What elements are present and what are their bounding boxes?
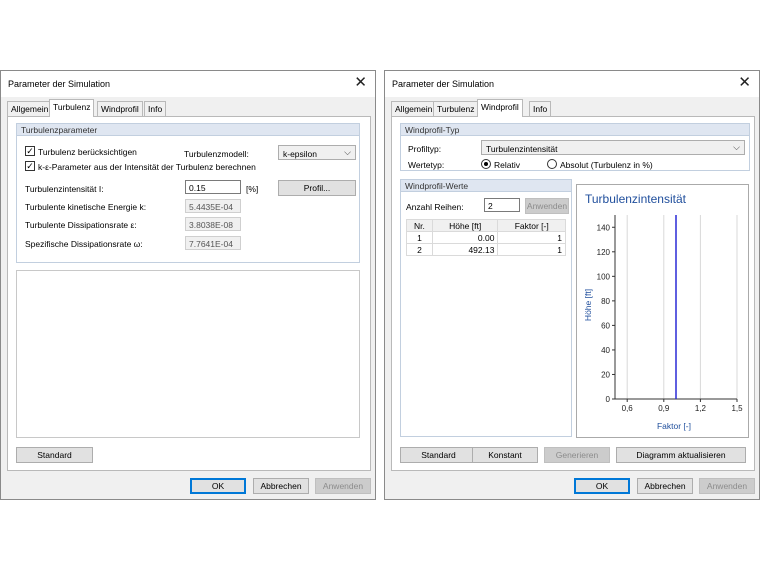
apply-rows-button: Anwenden <box>525 198 569 214</box>
y-tick-label: 100 <box>597 272 611 281</box>
intensity-label: Turbulenzintensität I: <box>25 184 104 194</box>
absolute-radio-label: Absolut (Turbulenz in %) <box>560 160 653 170</box>
update-chart-button[interactable]: Diagramm aktualisieren <box>616 447 746 463</box>
ok-button[interactable]: OK <box>574 478 630 494</box>
model-select[interactable]: k-epsilon ⌵ <box>278 145 356 160</box>
value-type-label: Wertetyp: <box>408 160 445 170</box>
factor-cell[interactable]: 1 <box>497 243 566 256</box>
tab-panel-turbulenz: Turbulenzparameter ✓ Turbulenz berücksic… <box>7 116 371 471</box>
specific-dissipation-label: Spezifische Dissipationsrate ω: <box>25 239 143 249</box>
chart-grid <box>626 215 738 399</box>
standard-button[interactable]: Standard <box>400 447 477 463</box>
simulation-parameters-dialog-turbulence: Parameter der Simulation ✕ Allgemein Tur… <box>0 70 376 500</box>
row-number: 1 <box>406 231 433 244</box>
profile-button[interactable]: Profil... <box>278 180 356 196</box>
factor-cell[interactable]: 1 <box>497 231 566 244</box>
table-header-row: Nr. Höhe [ft] Faktor [-] <box>406 219 566 232</box>
tab-allgemein[interactable]: Allgemein <box>7 101 53 116</box>
y-tick-label: 60 <box>601 321 610 330</box>
ok-button[interactable]: OK <box>190 478 246 494</box>
y-tick-label: 20 <box>601 370 610 379</box>
close-icon[interactable]: ✕ <box>738 75 751 91</box>
table-row: 1 0.00 1 <box>406 231 566 244</box>
group-header: Windprofil-Typ <box>401 124 749 136</box>
tab-windprofil[interactable]: Windprofil <box>97 101 143 116</box>
tab-windprofil[interactable]: Windprofil <box>477 99 523 117</box>
intensity-input[interactable]: 0.15 <box>185 180 241 194</box>
chart-title: Turbulenzintensität <box>585 192 687 206</box>
chevron-down-icon: ⌵ <box>344 147 351 157</box>
windprofile-type-group: Windprofil-Typ Profiltyp: Turbulenzinten… <box>400 123 750 171</box>
y-tick-label: 40 <box>601 346 610 355</box>
y-tick-label: 80 <box>601 297 610 306</box>
y-tick-label: 140 <box>597 223 611 232</box>
title-bar: Parameter der Simulation ✕ <box>385 71 759 97</box>
turbulence-checkbox[interactable]: ✓ <box>25 146 35 156</box>
tab-turbulenz[interactable]: Turbulenz <box>433 101 479 116</box>
kinetic-energy-field: 5.4435E-04 <box>185 199 241 213</box>
relative-radio[interactable] <box>481 159 491 169</box>
rows-count-input[interactable]: 2 <box>484 198 520 212</box>
apply-button: Anwenden <box>699 478 755 494</box>
model-select-value: k-epsilon <box>283 149 318 159</box>
tab-info[interactable]: Info <box>529 101 552 116</box>
specific-dissipation-field: 7.7641E-04 <box>185 236 241 250</box>
tab-panel-windprofil: Windprofil-Typ Profiltyp: Turbulenzinten… <box>391 116 755 471</box>
chart-svg: Turbulenzintensität 0,6 0,9 1,2 1,5 0 20 40 60 8… <box>583 192 743 431</box>
turbulence-parameters-group: Turbulenzparameter ✓ Turbulenz berücksic… <box>16 123 360 263</box>
x-tick-label: 1,2 <box>695 404 707 413</box>
title-bar: Parameter der Simulation ✕ <box>1 71 375 97</box>
absolute-radio[interactable] <box>547 159 557 169</box>
relative-radio-label: Relativ <box>494 160 520 170</box>
tab-info[interactable]: Info <box>144 101 167 116</box>
dissipation-rate-label: Turbulente Dissipationsrate ε: <box>25 220 137 230</box>
tab-allgemein[interactable]: Allgemein <box>391 101 437 116</box>
table-row: 2 492.13 1 <box>406 243 566 256</box>
turbulence-chart: Turbulenzintensität 0,6 0,9 1,2 1,5 0 20 40 60 8… <box>576 184 749 438</box>
tab-turbulenz[interactable]: Turbulenz <box>49 99 95 117</box>
rows-count-label: Anzahl Reihen: <box>406 202 464 212</box>
standard-button[interactable]: Standard <box>16 447 93 463</box>
simulation-parameters-dialog-windprofile: Parameter der Simulation ✕ Allgemein Tur… <box>384 70 760 500</box>
apply-button: Anwenden <box>315 478 371 494</box>
group-header: Windprofil-Werte <box>401 180 571 192</box>
dialog-title: Parameter der Simulation <box>8 79 111 89</box>
group-header: Turbulenzparameter <box>17 124 359 136</box>
y-axis-label: Höhe [ft] <box>583 289 593 321</box>
chevron-down-icon: ⌵ <box>733 142 740 152</box>
windprofile-table: Nr. Höhe [ft] Faktor [-] 1 0.00 1 2 492.… <box>406 219 566 256</box>
x-tick-label: 0,6 <box>622 404 634 413</box>
intensity-unit: [%] <box>246 184 259 194</box>
profile-type-value: Turbulenzintensität <box>486 144 558 154</box>
column-header-height: Höhe [ft] <box>431 219 499 232</box>
cancel-button[interactable]: Abbrechen <box>637 478 693 494</box>
empty-area <box>16 270 360 438</box>
windprofile-values-group: Windprofil-Werte Anzahl Reihen: 2 Anwend… <box>400 179 572 437</box>
model-label: Turbulenzmodell: <box>184 149 249 159</box>
column-header-factor: Faktor [-] <box>497 219 566 232</box>
column-header-nr: Nr. <box>406 219 433 232</box>
keps-from-intensity-label: k-ε-Parameter aus der Intensität der Tur… <box>38 162 256 172</box>
height-cell[interactable]: 492.13 <box>431 243 499 256</box>
cancel-button[interactable]: Abbrechen <box>253 478 309 494</box>
profile-type-select[interactable]: Turbulenzintensität ⌵ <box>481 140 745 155</box>
row-number: 2 <box>406 243 433 256</box>
y-tick-label: 0 <box>606 395 611 404</box>
turbulence-checkbox-label: Turbulenz berücksichtigen <box>38 147 137 157</box>
y-tick-label: 120 <box>597 248 611 257</box>
x-tick-label: 1,5 <box>731 404 743 413</box>
generate-button: Generieren <box>544 447 610 463</box>
dialog-title: Parameter der Simulation <box>392 79 495 89</box>
kinetic-energy-label: Turbulente kinetische Energie k: <box>25 202 147 212</box>
height-cell[interactable]: 0.00 <box>431 231 499 244</box>
x-axis-label: Faktor [-] <box>657 421 691 431</box>
keps-from-intensity-checkbox[interactable]: ✓ <box>25 161 35 171</box>
constant-button[interactable]: Konstant <box>472 447 538 463</box>
dissipation-rate-field: 3.8038E-08 <box>185 217 241 231</box>
close-icon[interactable]: ✕ <box>354 75 367 91</box>
x-tick-label: 0,9 <box>658 404 670 413</box>
chart-axes: 0,6 0,9 1,2 1,5 0 20 40 60 80 100 120 140 <box>597 215 743 413</box>
profile-type-label: Profiltyp: <box>408 144 442 154</box>
